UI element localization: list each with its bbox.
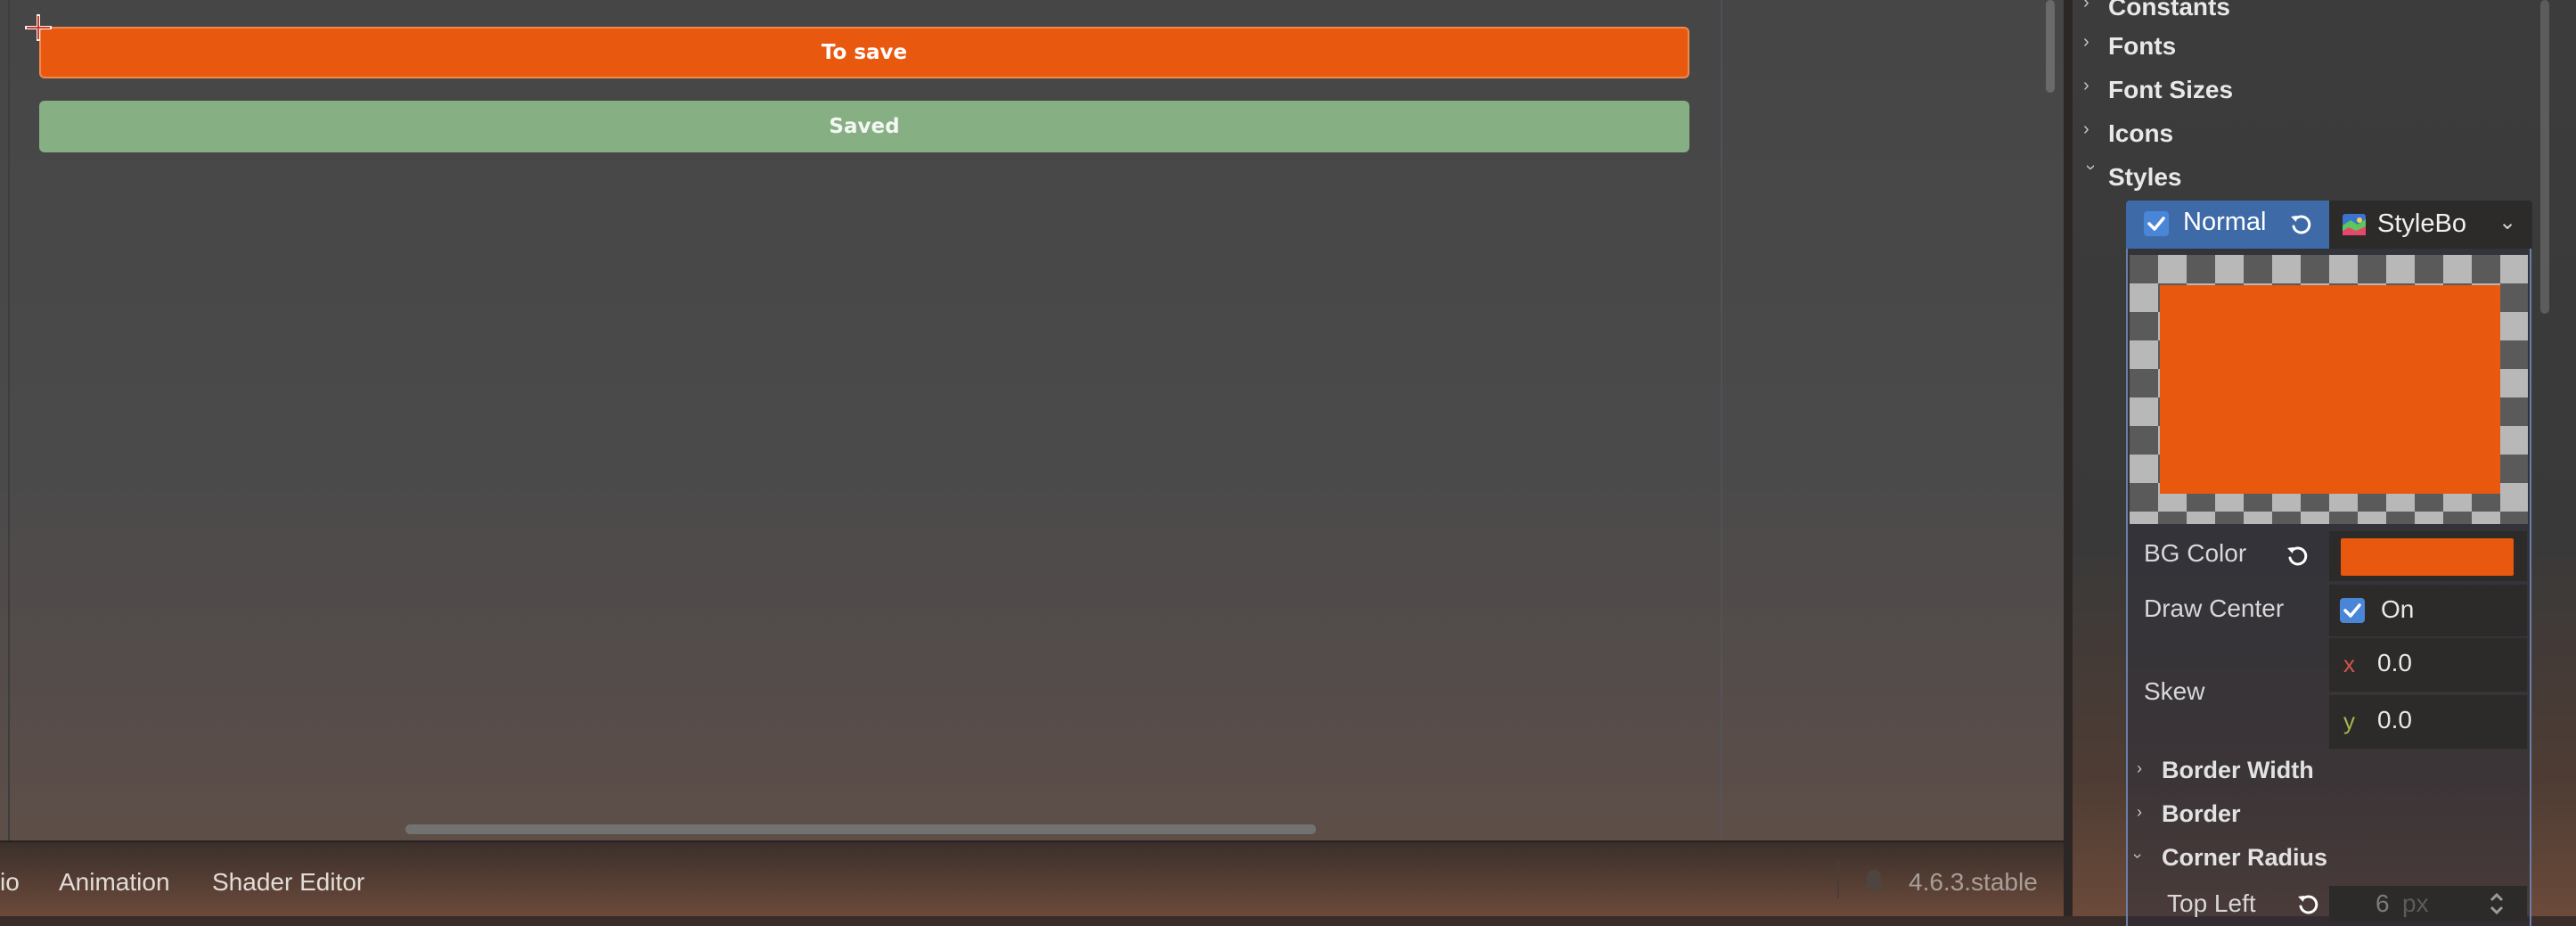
skew-y-field[interactable] (2329, 695, 2527, 749)
divider (1837, 861, 1839, 898)
to-save-button[interactable]: To save (39, 27, 1689, 78)
chevron-right-icon: › (2083, 0, 2089, 12)
draw-center-value: On (2381, 595, 2415, 623)
section-corner-radius[interactable]: Corner Radius (2162, 844, 2327, 872)
canvas-viewport[interactable]: To save Saved (0, 0, 2064, 842)
skew-x-field[interactable] (2329, 638, 2527, 692)
bg-color-swatch[interactable] (2341, 538, 2514, 576)
viewport-horizontal-scroll-thumb[interactable] (405, 824, 1316, 834)
stylebox-type-label: StyleBo (2377, 209, 2466, 238)
top-left-unit: px (2402, 889, 2429, 917)
viewport-divider (0, 840, 2064, 842)
viewport-vertical-scrollbar[interactable] (2042, 0, 2057, 842)
revert-icon[interactable] (2285, 543, 2311, 570)
category-label: Font Sizes (2108, 76, 2234, 103)
skew-y-value[interactable]: 0.0 (2377, 706, 2412, 734)
bg-color-label: BG Color (2144, 539, 2247, 567)
chevron-right-icon: › (2083, 119, 2089, 139)
skew-x-value[interactable]: 0.0 (2377, 649, 2412, 677)
category-label: Constants (2108, 0, 2230, 20)
normal-style-row: Normal StyleBo ⌄ (2126, 201, 2532, 249)
draw-center-checkbox[interactable] (2340, 598, 2365, 623)
bottom-panel-bar: io Animation Shader Editor 4.6.3.stable (0, 843, 2064, 916)
viewport-guide-line (1721, 0, 1722, 842)
inspector-scroll-thumb[interactable] (2540, 0, 2549, 314)
normal-style-header[interactable]: Normal (2126, 201, 2329, 249)
chevron-down-icon: › (2129, 853, 2147, 859)
chevron-down-icon: › (2081, 164, 2101, 171)
normal-checkbox[interactable] (2144, 211, 2169, 236)
section-border[interactable]: Border (2162, 800, 2241, 828)
tab-audio[interactable]: io (0, 868, 20, 897)
tab-shader-editor[interactable]: Shader Editor (212, 868, 364, 897)
tab-animation[interactable]: Animation (59, 868, 170, 897)
section-border-width[interactable]: Border Width (2162, 757, 2314, 784)
top-left-label: Top Left (2167, 889, 2256, 917)
axis-x-label: x (2343, 651, 2355, 677)
saved-button[interactable]: Saved (39, 101, 1689, 152)
stylebox-preview-fill (2160, 285, 2500, 494)
spinner-arrows-icon[interactable] (2488, 891, 2506, 916)
revert-icon[interactable] (2295, 891, 2322, 918)
category-font-sizes[interactable]: › Font Sizes (2083, 76, 2234, 104)
chevron-right-icon: › (2137, 803, 2142, 821)
chevron-right-icon: › (2083, 32, 2089, 52)
chevron-right-icon: › (2083, 76, 2089, 95)
category-label: Fonts (2108, 32, 2177, 60)
top-left-value[interactable]: 6 (2376, 889, 2390, 918)
category-constants[interactable]: › Constants (2083, 0, 2230, 21)
normal-label: Normal (2183, 208, 2267, 236)
viewport-left-border (8, 0, 10, 842)
draw-center-label: Draw Center (2144, 594, 2285, 622)
category-label: Styles (2108, 163, 2182, 191)
stylebox-icon (2343, 214, 2366, 235)
skew-label: Skew (2144, 677, 2205, 705)
category-styles[interactable]: › Styles (2081, 163, 2182, 192)
axis-y-label: y (2343, 708, 2355, 734)
panel-splitter[interactable] (2064, 0, 2073, 916)
checkmark-icon (2343, 603, 2361, 618)
stylebox-resource-dropdown[interactable]: StyleBo ⌄ (2329, 201, 2532, 249)
category-label: Icons (2108, 119, 2174, 147)
version-label[interactable]: 4.6.3.stable (1909, 868, 2038, 897)
viewport-vertical-scroll-thumb[interactable] (2046, 0, 2055, 93)
revert-icon[interactable] (2288, 211, 2315, 238)
category-fonts[interactable]: › Fonts (2083, 32, 2177, 61)
bell-icon[interactable] (1862, 868, 1885, 893)
crosshair-cursor-icon (25, 14, 52, 41)
chevron-down-icon: ⌄ (2498, 210, 2517, 234)
category-icons[interactable]: › Icons (2083, 119, 2174, 148)
checkmark-icon (2147, 217, 2165, 231)
chevron-right-icon: › (2137, 759, 2142, 777)
